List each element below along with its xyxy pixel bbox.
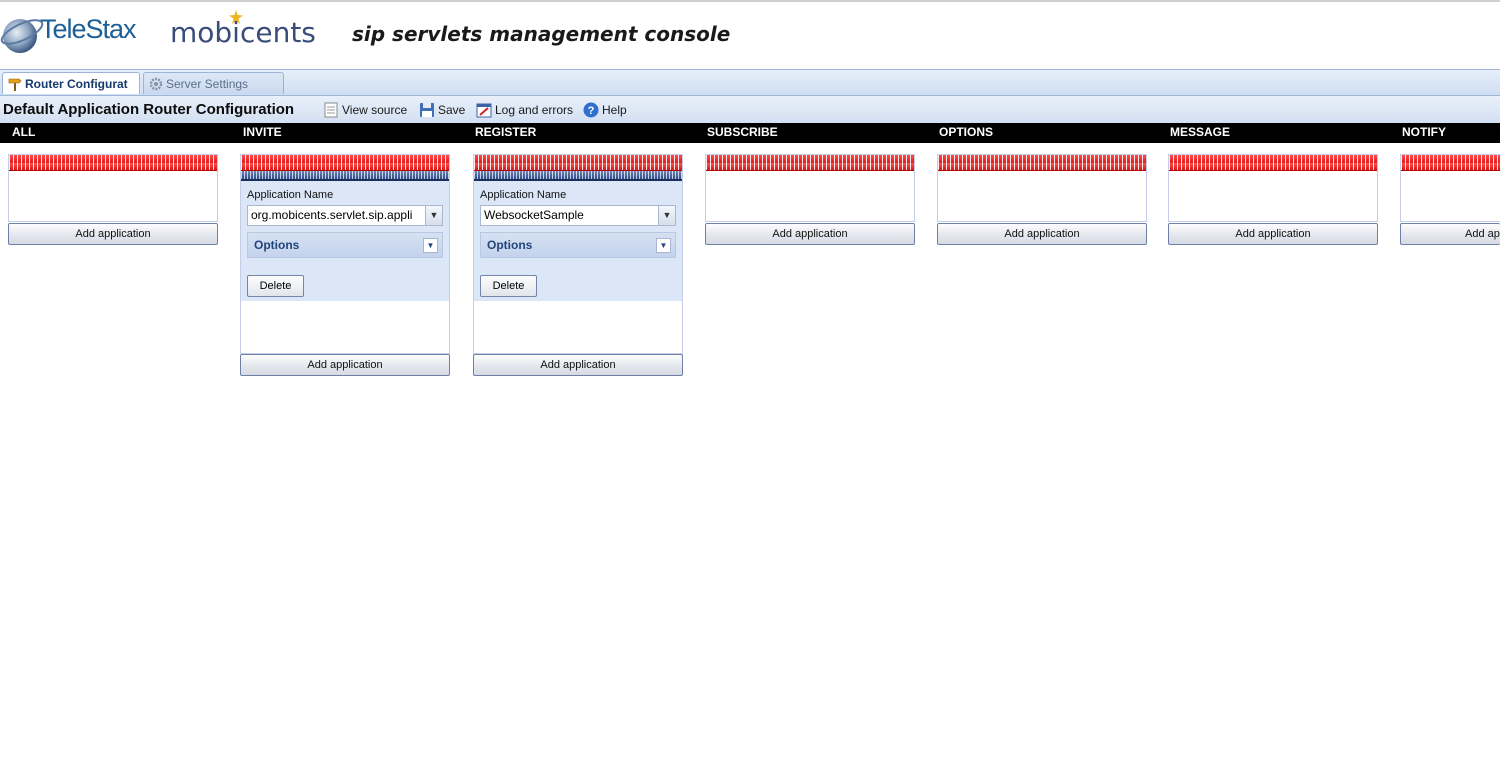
add-application-button[interactable]: Add application: [1168, 223, 1378, 245]
drop-zone-stripe: [938, 155, 1146, 171]
application-header-stripe: [241, 171, 449, 181]
add-application-button[interactable]: Add application: [937, 223, 1147, 245]
delete-button[interactable]: Delete: [247, 275, 304, 297]
column-header-invite: INVITE: [243, 125, 282, 139]
column-header-notify: NOTIFY: [1402, 125, 1446, 139]
drop-zone-stripe: [9, 155, 217, 171]
column-header-message: MESSAGE: [1170, 125, 1231, 139]
page-title: Default Application Router Configuration: [3, 101, 295, 118]
add-application-button[interactable]: Add application: [705, 223, 915, 245]
chevron-down-icon: ▼: [423, 238, 438, 253]
tab-label: Server Settings: [166, 77, 249, 91]
application-header-stripe: [474, 171, 682, 181]
tab-router-configuration[interactable]: Router Configurat: [2, 72, 140, 94]
column-panel-message: [1168, 154, 1378, 222]
drop-zone-stripe: [706, 155, 914, 171]
log-icon: [476, 103, 492, 118]
column-panel-invite: Application Name org.mobicents.servlet.s…: [240, 154, 450, 354]
application-name-value: WebsocketSample: [484, 208, 584, 222]
help-label: Help: [602, 103, 627, 117]
drop-zone-stripe: [474, 155, 682, 171]
application-name-value: org.mobicents.servlet.sip.appli: [251, 208, 413, 222]
add-application-button[interactable]: Add application: [240, 354, 450, 376]
add-application-button[interactable]: Add application: [8, 223, 218, 245]
tab-label: Router Configurat: [25, 77, 128, 91]
add-application-button[interactable]: Add ap: [1400, 223, 1500, 245]
column-panel-subscribe: [705, 154, 915, 222]
toolbar: Default Application Router Configuration…: [0, 96, 1500, 123]
options-label: Options: [487, 238, 533, 252]
column-header-options: OPTIONS: [939, 125, 994, 139]
application-name-label: Application Name: [480, 189, 567, 201]
view-source-label: View source: [342, 103, 408, 117]
method-column-header-bar: ALL INVITE REGISTER SUBSCRIBE OPTIONS ME…: [0, 123, 1500, 143]
log-and-errors-label: Log and errors: [495, 103, 574, 117]
column-panel-notify: [1400, 154, 1500, 222]
application-entry: Application Name WebsocketSample ▼ Optio…: [474, 181, 682, 301]
chevron-down-icon: ▼: [656, 238, 671, 253]
gear-icon: [149, 77, 163, 91]
application-entry: Application Name org.mobicents.servlet.s…: [241, 181, 449, 301]
chevron-down-icon[interactable]: ▼: [658, 206, 675, 225]
column-panel-options: [937, 154, 1147, 222]
delete-button[interactable]: Delete: [480, 275, 537, 297]
options-expander[interactable]: Options ▼: [480, 232, 676, 258]
chevron-down-icon[interactable]: ▼: [425, 206, 442, 225]
mobicents-logo-text: mobicents: [170, 16, 316, 49]
app-header: TeleStax mobicents sip servlets manageme…: [0, 2, 1500, 69]
save-label: Save: [438, 103, 466, 117]
column-header-all: ALL: [12, 125, 36, 139]
router-icon: [8, 78, 22, 91]
svg-text:?: ?: [588, 105, 595, 117]
view-source-button[interactable]: View source: [323, 102, 407, 118]
add-application-button[interactable]: Add application: [473, 354, 683, 376]
column-header-register: REGISTER: [475, 125, 537, 139]
drop-zone-stripe: [241, 155, 449, 171]
column-header-subscribe: SUBSCRIBE: [707, 125, 778, 139]
help-button[interactable]: ? Help: [583, 102, 627, 118]
options-expander[interactable]: Options ▼: [247, 232, 443, 258]
column-panel-register: Application Name WebsocketSample ▼ Optio…: [473, 154, 683, 354]
application-name-label: Application Name: [247, 189, 334, 201]
tab-bar: Router Configurat Server Settings: [0, 69, 1500, 96]
options-label: Options: [254, 238, 300, 252]
telestax-logo-text: TeleStax: [40, 14, 137, 44]
console-title: sip servlets management console: [352, 22, 731, 46]
column-panel-all: [8, 154, 218, 222]
drop-zone-stripe: [1169, 155, 1377, 171]
save-button[interactable]: Save: [419, 102, 465, 118]
help-icon: ?: [583, 102, 599, 118]
application-name-select[interactable]: WebsocketSample ▼: [480, 205, 676, 226]
document-icon: [324, 102, 338, 118]
tab-server-settings[interactable]: Server Settings: [143, 72, 284, 94]
log-and-errors-button[interactable]: Log and errors: [476, 102, 573, 118]
application-name-select[interactable]: org.mobicents.servlet.sip.appli ▼: [247, 205, 443, 226]
drop-zone-stripe: [1401, 155, 1500, 171]
floppy-disk-icon: [420, 103, 434, 117]
